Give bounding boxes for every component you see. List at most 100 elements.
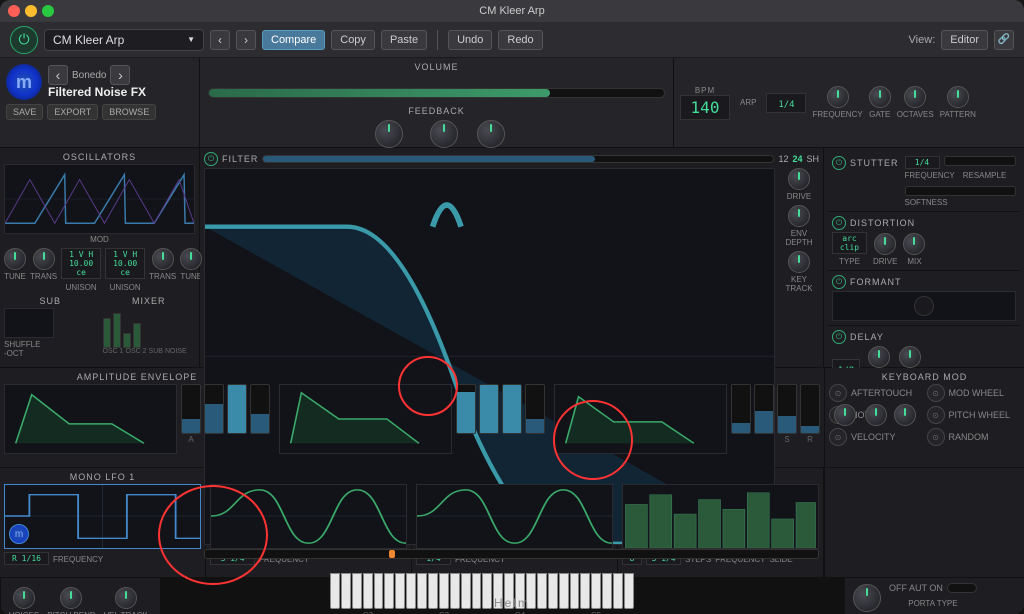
filter-power[interactable]: ⏻	[204, 152, 218, 166]
keyboard-mod-lfo-spacer	[824, 468, 1024, 577]
amp-decay-slider[interactable]	[204, 384, 224, 434]
preset-area: m ‹ Bonedo › Filtered Noise FX SAVE EXPO…	[0, 58, 200, 147]
volume-section: VOLUME FEEDBACK TRANSPOSE TUNE	[200, 58, 674, 147]
mono-lfo1-panel: MONO LFO 1 m R 1/16 FREQUENCY	[0, 468, 206, 577]
osc1-display[interactable]: 1 V H10.00 ce	[61, 248, 101, 279]
env-depth-knob[interactable]	[788, 205, 810, 227]
legato-toggle[interactable]	[947, 583, 977, 593]
distortion-drive-knob[interactable]	[874, 233, 896, 255]
helm-label: Helm	[0, 596, 1024, 610]
amount-knob[interactable]	[477, 120, 505, 148]
stutter-freq-display[interactable]: 1/4	[905, 156, 940, 169]
drive-knob-group: DRIVE	[779, 168, 819, 201]
paste-button[interactable]: Paste	[381, 30, 427, 50]
osc-trans2-knob[interactable]	[152, 248, 174, 270]
amp-attack-slider[interactable]	[181, 384, 201, 434]
delay-power[interactable]: ⏻	[832, 330, 846, 344]
kmod-grid: ⊙ AFTERTOUCH ⊙ MOD WHEEL ⊙ NOTE ⊙ PITCH …	[829, 384, 1020, 446]
copy-button[interactable]: Copy	[331, 30, 375, 50]
mod-label: MOD	[4, 235, 195, 244]
velocity-item: ⊙ VELOCITY	[829, 428, 923, 446]
title-bar: CM Kleer Arp	[0, 0, 1024, 22]
middle-section: OSCILLATORS MOD TUNE	[0, 148, 1024, 368]
poly-lfo-display	[416, 484, 613, 549]
osc-tune2-knob[interactable]	[180, 248, 202, 270]
aftertouch-icon: ⊙	[829, 384, 847, 402]
arp-octaves-label: OCTAVES	[897, 110, 934, 119]
toolbar: ⏻ CM Kleer Arp ▼ ‹ › Compare Copy Paste …	[0, 22, 1024, 58]
preset-name: Filtered Noise FX	[48, 85, 193, 99]
filter-attack-slider[interactable]	[456, 384, 476, 434]
sub-mixer-section: SUB SHUFFLE -OCT MIXER	[4, 296, 195, 358]
mono-lfo2-panel: MONO LFO 2 S 1/4 FREQUENCY	[206, 468, 412, 577]
transpose-knob[interactable]	[375, 120, 403, 148]
random-icon: ⊙	[927, 428, 945, 446]
minimize-button[interactable]	[25, 5, 37, 17]
distortion-type[interactable]: arc clip	[832, 232, 867, 254]
distortion-power[interactable]: ⏻	[832, 216, 846, 230]
bpm-display[interactable]: 140	[680, 95, 730, 120]
editor-view-button[interactable]: Editor	[941, 30, 988, 50]
arp-frequency-knob[interactable]	[827, 86, 849, 108]
osc-tune-knob[interactable]	[4, 248, 26, 270]
drive-knob[interactable]	[788, 168, 810, 190]
arp-pattern-knob[interactable]	[947, 86, 969, 108]
distortion-mix-knob[interactable]	[903, 233, 925, 255]
formant-power[interactable]: ⏻	[832, 275, 846, 289]
arp-tempo-display[interactable]: 1/4	[766, 93, 806, 113]
key-track-knob[interactable]	[788, 251, 810, 273]
reverb-mix-knob[interactable]	[894, 404, 916, 426]
compare-button[interactable]: Compare	[262, 30, 325, 50]
preset-selector[interactable]: CM Kleer Arp ▼	[44, 29, 204, 51]
maximize-button[interactable]	[42, 5, 54, 17]
osc2-display[interactable]: 1 V H10.00 ce	[105, 248, 145, 279]
mod-attack-slider[interactable]	[731, 384, 751, 434]
stutter-power[interactable]: ⏻	[832, 156, 846, 170]
link-button[interactable]: 🔗	[994, 30, 1014, 50]
top-section: m ‹ Bonedo › Filtered Noise FX SAVE EXPO…	[0, 58, 1024, 148]
mono-lfo2-display	[210, 484, 407, 549]
window-title: CM Kleer Arp	[479, 5, 544, 17]
arp-octaves-knob[interactable]	[904, 86, 926, 108]
undo-button[interactable]: Undo	[448, 30, 492, 50]
oscillators-title: OSCILLATORS	[4, 152, 195, 162]
nav-prev-button[interactable]: ‹	[210, 30, 230, 50]
mod-sustain-slider[interactable]	[777, 384, 797, 434]
preset-next[interactable]: ›	[110, 65, 130, 85]
preset-actions: SAVE EXPORT BROWSE	[6, 104, 193, 120]
lfo1-rate[interactable]: R 1/16	[4, 552, 49, 565]
filter-sustain-slider[interactable]	[502, 384, 522, 434]
mod-release-slider[interactable]	[800, 384, 820, 434]
filter-decay-slider[interactable]	[479, 384, 499, 434]
nav-next-button[interactable]: ›	[236, 30, 256, 50]
filter-release-slider[interactable]	[525, 384, 545, 434]
velocity-icon: ⊙	[829, 428, 847, 446]
amp-sustain-slider[interactable]	[227, 384, 247, 434]
amp-release-slider[interactable]	[250, 384, 270, 434]
arp-gate-knob[interactable]	[869, 86, 891, 108]
delay-mix-knob[interactable]	[899, 346, 921, 368]
mono-lfo1-display: m	[4, 484, 201, 549]
filter-section: ⏻ FILTER 12 24 SH	[200, 148, 824, 367]
mod-decay-slider[interactable]	[754, 384, 774, 434]
mod-wheel-icon: ⊙	[927, 384, 945, 402]
view-label: View:	[909, 34, 936, 46]
save-button[interactable]: SAVE	[6, 104, 43, 120]
redo-button[interactable]: Redo	[498, 30, 542, 50]
step-seq-panel: STEP SEQUENCER	[618, 468, 824, 577]
export-button[interactable]: EXPORT	[47, 104, 98, 120]
power-button[interactable]: ⏻	[10, 26, 38, 54]
osc-trans-knob[interactable]	[33, 248, 55, 270]
browse-button[interactable]: BROWSE	[102, 104, 156, 120]
effects-section: ⏻ STUTTER 1/4 FREQUENCY RESAMPLE	[824, 148, 1024, 367]
arp-pattern-label: PATTERN	[940, 110, 976, 119]
window-controls	[8, 5, 54, 17]
volume-slider[interactable]	[208, 88, 665, 98]
step-seq-display	[622, 484, 819, 549]
pitch-wheel-label: PITCH WHEEL	[949, 410, 1011, 420]
tune-knob[interactable]	[430, 120, 458, 148]
close-button[interactable]	[8, 5, 20, 17]
delay-feedb-knob[interactable]	[868, 346, 890, 368]
preset-prev[interactable]: ‹	[48, 65, 68, 85]
preset-brand-name: Bonedo	[72, 70, 106, 81]
